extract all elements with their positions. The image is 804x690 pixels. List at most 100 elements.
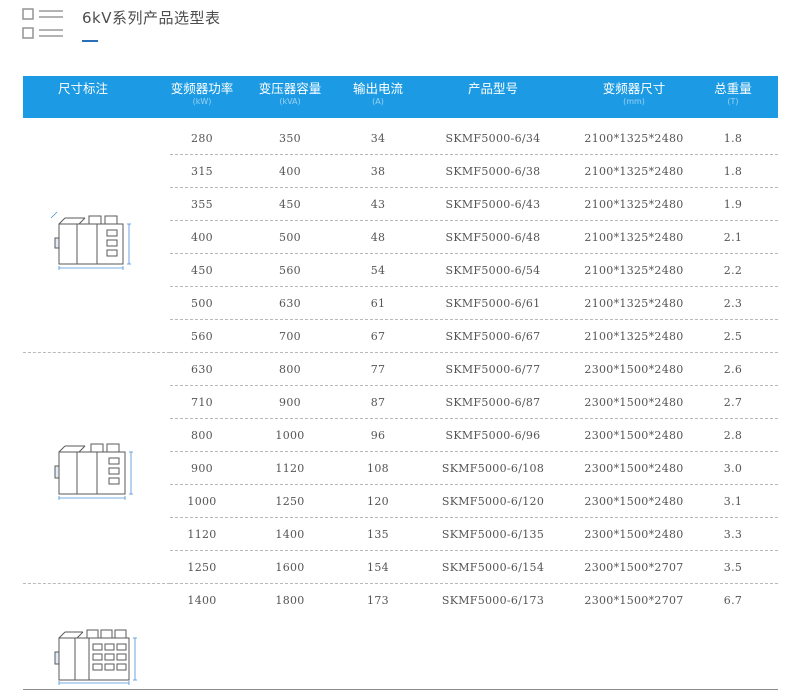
output-current-cell: 54 [370,264,386,277]
transformer-capacity-cell: 1250 [275,495,305,508]
table-row: 1400 1800 173 SKMF5000-6/173 2300*1500*2707 6… [23,584,778,617]
transformer-capacity-cell: 1400 [275,528,305,541]
selection-table: 尺寸标注 变频器功率 (kW) 变压器容量 (kVA) 输出电流 (A) 产品型号 变… [23,76,778,690]
output-current-cell: 120 [367,495,389,508]
transformer-capacity-cell: 1120 [275,462,305,475]
weight-cell: 1.8 [723,132,743,145]
model-cell: SKMF5000-6/34 [445,132,541,145]
model-cell: SKMF5000-6/48 [445,231,541,244]
inverter-power-cell: 1250 [187,561,217,574]
table-row: 500 630 61 SKMF5000-6/61 2100*1325*2480 2.3 [23,287,778,320]
page-title: 6kV系列产品选型表 [82,9,221,27]
output-current-cell: 34 [370,132,386,145]
inverter-power-cell: 710 [191,396,213,409]
weight-cell: 3.5 [723,561,743,574]
inverter-size-cell: 2100*1325*2480 [584,231,684,244]
inverter-power-cell: 400 [191,231,213,244]
inverter-power-cell: 800 [191,429,213,442]
table-row: 450 560 54 SKMF5000-6/54 2100*1325*2480 2.2 [23,254,778,287]
inverter-size-cell: 2300*1500*2707 [584,561,684,574]
inverter-size-cell: 2100*1325*2480 [584,330,684,343]
inverter-power-cell: 280 [191,132,213,145]
model-cell: SKMF5000-6/67 [445,330,541,343]
table-header: 尺寸标注 变频器功率 (kW) 变压器容量 (kVA) 输出电流 (A) 产品型号 变… [23,76,778,118]
table-row: 560 700 67 SKMF5000-6/67 2100*1325*2480 2.5 [23,320,778,353]
model-cell: SKMF5000-6/173 [441,594,545,607]
transformer-capacity-cell: 450 [279,198,301,211]
table-row: 800 1000 96 SKMF5000-6/96 2300*1500*2480 2.8 [23,419,778,452]
transformer-capacity-cell: 500 [279,231,301,244]
model-cell: SKMF5000-6/108 [441,462,545,475]
header-transformer-capacity: 变压器容量 (kVA) [258,81,322,107]
transformer-capacity-cell: 560 [279,264,301,277]
weight-cell: 2.7 [723,396,743,409]
table-row: 355 450 43 SKMF5000-6/43 2100*1325*2480 1.9 [23,188,778,221]
model-cell: SKMF5000-6/135 [441,528,545,541]
transformer-capacity-cell: 1600 [275,561,305,574]
table-row: 630 800 77 SKMF5000-6/77 2300*1500*2480 2.6 [23,353,778,386]
inverter-size-cell: 2300*1500*2707 [584,594,684,607]
weight-cell: 2.5 [723,330,743,343]
inverter-size-cell: 2300*1500*2480 [584,462,684,475]
cabinet-large-diagram-icon [54,629,137,685]
weight-cell: 2.1 [723,231,743,244]
output-current-cell: 87 [370,396,386,409]
model-cell: SKMF5000-6/154 [441,561,545,574]
output-current-cell: 67 [370,330,386,343]
model-cell: SKMF5000-6/54 [445,264,541,277]
inverter-power-cell: 450 [191,264,213,277]
inverter-size-cell: 2300*1500*2480 [584,363,684,376]
transformer-capacity-cell: 1000 [275,429,305,442]
header-weight: 总重量 (T) [714,81,752,107]
inverter-size-cell: 2100*1325*2480 [584,165,684,178]
output-current-cell: 48 [370,231,386,244]
inverter-power-cell: 1120 [187,528,217,541]
output-current-cell: 96 [370,429,386,442]
list-menu-icon [22,8,63,39]
output-current-cell: 38 [370,165,386,178]
title-underline [82,40,98,42]
output-current-cell: 43 [370,198,386,211]
inverter-power-cell: 315 [191,165,213,178]
model-cell: SKMF5000-6/38 [445,165,541,178]
transformer-capacity-cell: 350 [279,132,301,145]
table-row: 400 500 48 SKMF5000-6/48 2100*1325*2480 2.1 [23,221,778,254]
inverter-power-cell: 355 [191,198,213,211]
table-row: 280 350 34 SKMF5000-6/34 2100*1325*2480 1.8 [23,122,778,155]
output-current-cell: 77 [370,363,386,376]
header-inverter-size: 变频器尺寸 (mm) [602,81,666,107]
table-row: 1000 1250 120 SKMF5000-6/120 2300*1500*2480 3… [23,485,778,518]
table-row: 1120 1400 135 SKMF5000-6/135 2300*1500*2480 3… [23,518,778,551]
table-row: 315 400 38 SKMF5000-6/38 2100*1325*2480 1.8 [23,155,778,188]
model-cell: SKMF5000-6/61 [445,297,541,310]
inverter-power-cell: 630 [191,363,213,376]
header-inverter-power: 变频器功率 (kW) [170,81,234,107]
weight-cell: 2.3 [723,297,743,310]
inverter-power-cell: 1400 [187,594,217,607]
inverter-power-cell: 1000 [187,495,217,508]
model-cell: SKMF5000-6/87 [445,396,541,409]
model-cell: SKMF5000-6/120 [441,495,545,508]
header-model: 产品型号 [467,81,518,96]
model-cell: SKMF5000-6/43 [445,198,541,211]
inverter-size-cell: 2300*1500*2480 [584,528,684,541]
table-row: 900 1120 108 SKMF5000-6/108 2300*1500*2480 3.… [23,452,778,485]
output-current-cell: 154 [367,561,389,574]
header-dimension: 尺寸标注 [57,81,108,96]
output-current-cell: 108 [367,462,389,475]
weight-cell: 2.2 [723,264,743,277]
weight-cell: 3.1 [723,495,743,508]
weight-cell: 1.8 [723,165,743,178]
inverter-size-cell: 2300*1500*2480 [584,429,684,442]
transformer-capacity-cell: 800 [279,363,301,376]
inverter-size-cell: 2100*1325*2480 [584,297,684,310]
output-current-cell: 135 [367,528,389,541]
inverter-size-cell: 2100*1325*2480 [584,198,684,211]
inverter-power-cell: 900 [191,462,213,475]
table-body: 280 350 34 SKMF5000-6/34 2100*1325*2480 1.8 31… [23,118,778,690]
weight-cell: 6.7 [723,594,743,607]
table-row: 1250 1600 154 SKMF5000-6/154 2300*1500*2707 3… [23,551,778,584]
transformer-capacity-cell: 700 [279,330,301,343]
inverter-size-cell: 2100*1325*2480 [584,264,684,277]
output-current-cell: 173 [367,594,389,607]
